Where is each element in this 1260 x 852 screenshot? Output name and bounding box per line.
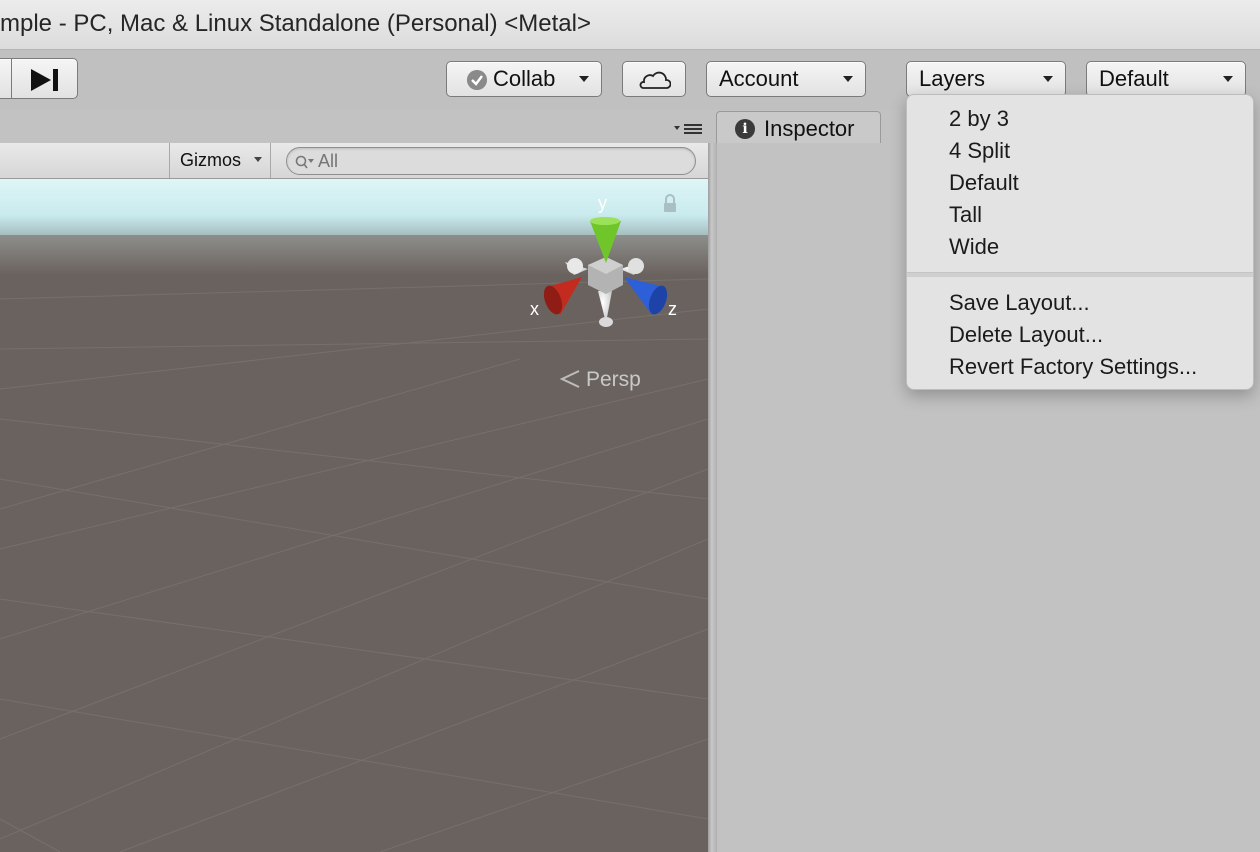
search-icon: [295, 155, 314, 169]
menu-item-tall[interactable]: Tall: [907, 199, 1253, 231]
button-divider: [11, 59, 12, 98]
cloud-icon: [639, 71, 671, 89]
menu-item-save-layout[interactable]: Save Layout...: [907, 287, 1253, 319]
account-button[interactable]: Account: [706, 61, 866, 97]
account-label: Account: [719, 66, 799, 91]
scene-view[interactable]: y x z Persp: [0, 179, 708, 852]
menu-item-2-by-3[interactable]: 2 by 3: [907, 103, 1253, 135]
tab-inspector[interactable]: i Inspector: [716, 111, 881, 145]
chevron-down-icon: [254, 157, 262, 162]
window-titlebar: mple - PC, Mac & Linux Standalone (Perso…: [0, 0, 1260, 50]
step-button[interactable]: [0, 58, 78, 99]
chevron-down-icon: [843, 76, 853, 82]
panel-splitter[interactable]: [708, 143, 717, 852]
collab-label: Collab: [493, 66, 556, 91]
axis-x-label: x: [530, 299, 539, 319]
menu-item-delete-layout[interactable]: Delete Layout...: [907, 319, 1253, 351]
scene-search[interactable]: [286, 147, 696, 175]
layers-label: Layers: [919, 66, 986, 91]
inspector-tab-label: Inspector: [764, 115, 855, 141]
step-icon: [31, 69, 58, 91]
chevron-down-icon: [1223, 76, 1233, 82]
panel-menu-icon[interactable]: [674, 122, 704, 136]
collab-button[interactable]: Collab: [446, 61, 602, 97]
layers-button[interactable]: Layers: [906, 61, 1066, 97]
check-icon: [467, 70, 487, 90]
menu-separator: [907, 272, 1253, 277]
scene-viewport[interactable]: y x z Persp: [0, 179, 708, 852]
menu-item-default[interactable]: Default: [907, 167, 1253, 199]
scene-toolbar: Gizmos: [0, 143, 708, 179]
projection-label[interactable]: Persp: [586, 368, 641, 391]
gizmos-label: Gizmos: [180, 150, 242, 170]
menu-item-4-split[interactable]: 4 Split: [907, 135, 1253, 167]
chevron-down-icon: [579, 76, 589, 82]
cloud-button[interactable]: [622, 61, 686, 97]
axis-y-label: y: [598, 193, 607, 213]
layout-button[interactable]: Default: [1086, 61, 1246, 97]
axis-z-label: z: [668, 299, 677, 319]
info-icon: i: [735, 119, 755, 139]
menu-item-revert-factory-settings[interactable]: Revert Factory Settings...: [907, 351, 1253, 383]
gizmos-button[interactable]: Gizmos: [169, 143, 271, 178]
menu-item-wide[interactable]: Wide: [907, 231, 1253, 263]
layout-dropdown-menu: 2 by 3 4 Split Default Tall Wide Save La…: [906, 94, 1254, 390]
scene-search-input[interactable]: [318, 150, 678, 172]
window-title: mple - PC, Mac & Linux Standalone (Perso…: [0, 10, 591, 37]
layout-label: Default: [1099, 66, 1169, 91]
chevron-down-icon: [1043, 76, 1053, 82]
